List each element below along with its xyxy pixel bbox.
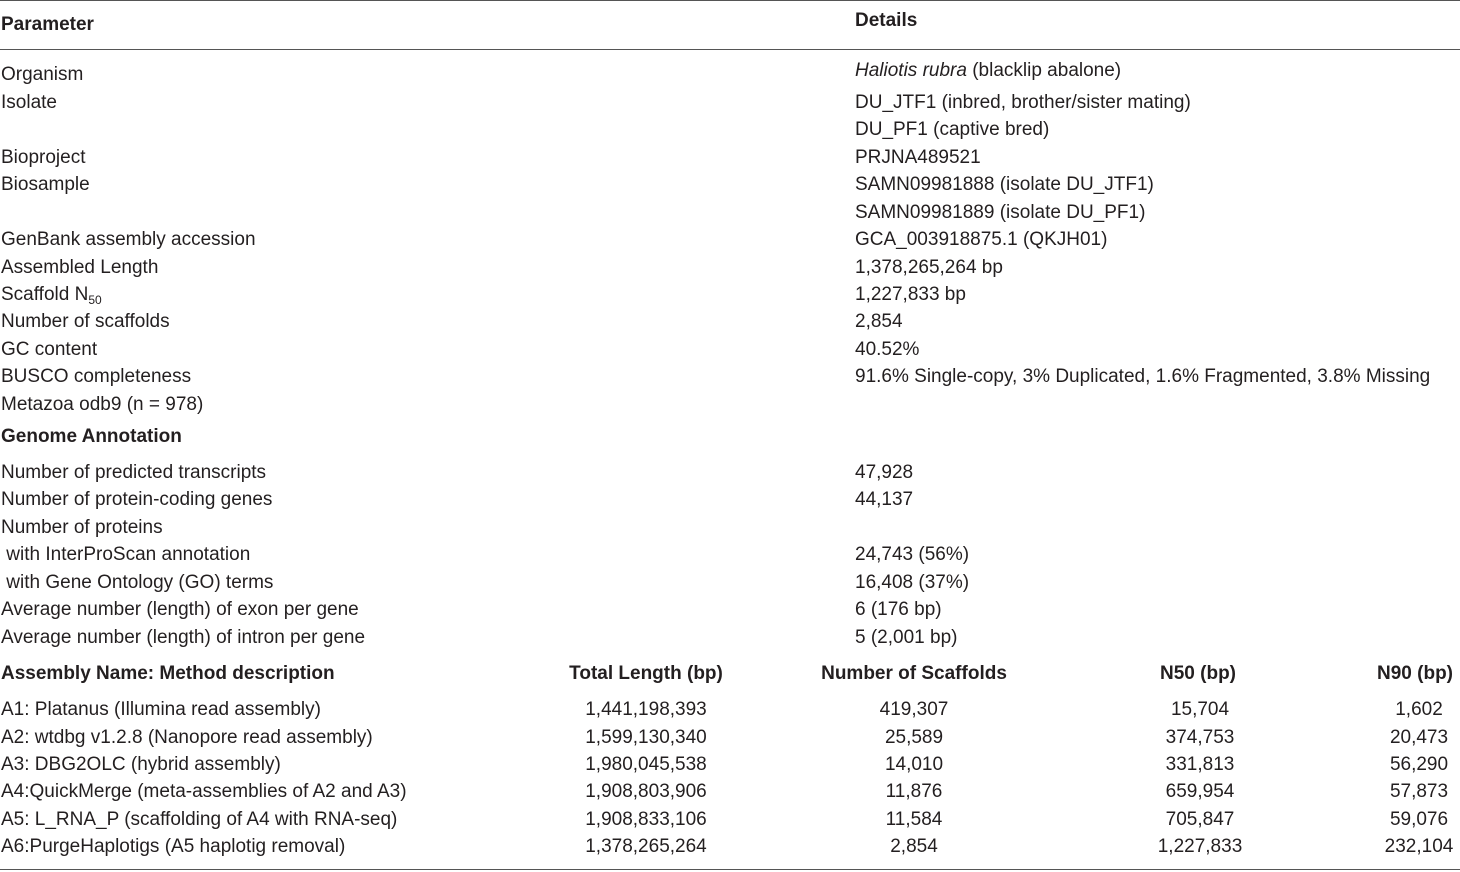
param-value: GCA_003918875.1 (QKJH01)	[855, 229, 1108, 250]
assembly-n90: 232,104	[1384, 836, 1454, 857]
param-label: Metazoa odb9 (n = 978)	[1, 394, 204, 415]
assembly-scaffolds: 25,589	[884, 727, 944, 748]
assembly-n50: 1,227,833	[1157, 836, 1243, 857]
assembly-total-length: 1,599,130,340	[585, 727, 707, 748]
assembly-header-scaffolds: Number of Scaffolds	[821, 663, 1007, 684]
param-label: GC content	[1, 339, 98, 360]
param-label: Number of scaffolds	[1, 311, 170, 332]
organism-name: Haliotis rubra	[855, 60, 967, 81]
assembly-total-length: 1,908,833,106	[585, 809, 707, 830]
annotation-value: 5 (2,001 bp)	[855, 627, 958, 648]
annotation-label: Average number (length) of exon per gene	[1, 599, 359, 620]
annotation-value: 6 (176 bp)	[855, 599, 942, 620]
assembly-n50: 374,753	[1165, 727, 1235, 748]
header-details: Details	[855, 10, 918, 31]
param-value: Haliotis rubra (blacklip abalone)	[855, 60, 1122, 81]
top-rule	[0, 0, 1460, 1]
param-label: BUSCO completeness	[1, 366, 192, 387]
assembly-scaffolds: 419,307	[879, 699, 949, 720]
assembly-total-length: 1,908,803,906	[585, 781, 707, 802]
assembly-name: A4:QuickMerge (meta-assemblies of A2 and…	[1, 781, 407, 802]
assembly-n90: 57,873	[1389, 781, 1449, 802]
param-label: Biosample	[1, 174, 90, 195]
assembly-n50: 705,847	[1165, 809, 1235, 830]
assembly-n90: 1,602	[1395, 699, 1443, 720]
assembly-name: A3: DBG2OLC (hybrid assembly)	[1, 754, 281, 775]
assembly-n50: 659,954	[1165, 781, 1235, 802]
assembly-header-total-length: Total Length (bp)	[569, 663, 723, 684]
param-value: DU_JTF1 (inbred, brother/sister mating)	[855, 92, 1191, 113]
assembly-scaffolds: 11,876	[885, 781, 943, 802]
section-title-genome-annotation: Genome Annotation	[1, 426, 182, 447]
assembly-scaffolds: 2,854	[890, 836, 938, 857]
param-value: 2,854	[855, 311, 903, 332]
annotation-value: 16,408 (37%)	[855, 572, 970, 593]
annotation-label: with Gene Ontology (GO) terms	[1, 572, 274, 593]
assembly-n90: 59,076	[1389, 809, 1449, 830]
annotation-label: Number of protein-coding genes	[1, 489, 273, 510]
param-value: 91.6% Single-copy, 3% Duplicated, 1.6% F…	[855, 366, 1431, 387]
annotation-value: 24,743 (56%)	[855, 544, 970, 565]
annotation-label: Average number (length) of intron per ge…	[1, 627, 366, 648]
assembly-header-n50: N50 (bp)	[1160, 663, 1236, 684]
param-label: GenBank assembly accession	[1, 229, 256, 250]
param-label: Organism	[1, 64, 84, 85]
assembly-name: A1: Platanus (Illumina read assembly)	[1, 699, 321, 720]
assembly-header-name: Assembly Name: Method description	[1, 663, 335, 684]
assembly-total-length: 1,378,265,264	[585, 836, 707, 857]
assembly-name: A2: wtdbg v1.2.8 (Nanopore read assembly…	[1, 727, 373, 748]
param-label: Bioproject	[1, 147, 86, 168]
param-label: Scaffold N50	[1, 284, 102, 307]
annotation-label: Number of proteins	[1, 517, 163, 538]
assembly-n50: 331,813	[1165, 754, 1235, 775]
param-value: DU_PF1 (captive bred)	[855, 119, 1050, 140]
param-value: PRJNA489521	[855, 147, 981, 168]
assembly-scaffolds: 11,584	[885, 809, 943, 830]
param-label: Isolate	[1, 92, 57, 113]
param-value: 40.52%	[855, 339, 920, 360]
annotation-value: 47,928	[855, 462, 914, 483]
assembly-total-length: 1,980,045,538	[585, 754, 707, 775]
assembly-scaffolds: 14,010	[884, 754, 944, 775]
param-label: Assembled Length	[1, 257, 159, 278]
assembly-n90: 56,290	[1389, 754, 1449, 775]
bottom-rule	[0, 869, 1460, 870]
annotation-value: 44,137	[855, 489, 914, 510]
assembly-name: A5: L_RNA_P (scaffolding of A4 with RNA-…	[1, 809, 398, 830]
assembly-n90: 20,473	[1389, 727, 1449, 748]
param-value: 1,378,265,264 bp	[855, 257, 1003, 278]
param-value: SAMN09981889 (isolate DU_PF1)	[855, 202, 1146, 223]
assembly-total-length: 1,441,198,393	[585, 699, 707, 720]
header-rule	[0, 49, 1460, 50]
annotation-label: Number of predicted transcripts	[1, 462, 267, 483]
param-value: 1,227,833 bp	[855, 284, 966, 305]
header-parameter: Parameter	[1, 14, 94, 35]
param-value: SAMN09981888 (isolate DU_JTF1)	[855, 174, 1154, 195]
annotation-label: with InterProScan annotation	[1, 544, 251, 565]
assembly-name: A6:PurgeHaplotigs (A5 haplotig removal)	[1, 836, 346, 857]
assembly-n50: 15,704	[1170, 699, 1230, 720]
assembly-header-n90: N90 (bp)	[1377, 663, 1453, 684]
